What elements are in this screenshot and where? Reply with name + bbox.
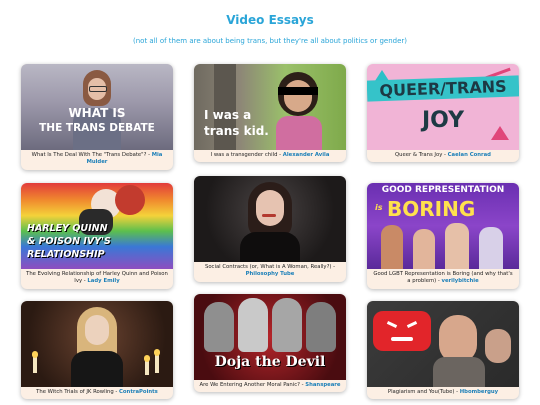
- video-caption: What Is The Deal With The "Trans Debate"…: [21, 150, 173, 170]
- video-title: Are We Entering Another Moral Panic? -: [199, 382, 306, 388]
- video-card-queer-trans-joy[interactable]: QUEER/TRANS JOY Queer & Trans Joy - Cael…: [367, 64, 519, 163]
- video-caption: The Witch Trials of JK Rowling - ContraP…: [21, 387, 173, 399]
- video-caption: The Evolving Relationship of Harley Quin…: [21, 269, 173, 289]
- video-thumbnail[interactable]: [194, 176, 346, 262]
- video-card-social-contracts[interactable]: Social Contracts (or, What is A Woman, R…: [194, 176, 346, 282]
- video-caption: Good LGBT Representation is Boring (and …: [367, 269, 519, 289]
- video-thumbnail[interactable]: I was a trans kid.: [194, 64, 346, 150]
- thumb-text-line-2: JOY: [421, 108, 465, 133]
- thumb-text-line-2: trans kid.: [204, 124, 269, 138]
- video-author[interactable]: Hbomberguy: [460, 389, 498, 395]
- video-thumbnail[interactable]: [21, 301, 173, 387]
- video-title: Queer & Trans Joy -: [395, 152, 448, 158]
- video-thumbnail[interactable]: WHAT IS THE TRANS DEBATE: [21, 64, 173, 150]
- video-card-trans-debate[interactable]: WHAT IS THE TRANS DEBATE What Is The Dea…: [21, 64, 173, 170]
- thumb-text-line-1: I was a: [204, 108, 252, 122]
- thumb-text-line-1: HARLEY QUINN: [27, 223, 108, 234]
- thumb-text-line-1: QUEER/TRANS: [367, 75, 519, 102]
- video-caption: Social Contracts (or, What is A Woman, R…: [194, 262, 346, 282]
- video-thumbnail[interactable]: HARLEY QUINN & POISON IVY'S RELATIONSHIP: [21, 183, 173, 269]
- video-card-witch-trials[interactable]: The Witch Trials of JK Rowling - ContraP…: [21, 301, 173, 400]
- video-card-trans-kid[interactable]: I was a trans kid. I was a transgender c…: [194, 64, 346, 163]
- thumb-text-line-1: Doja the Devil: [214, 354, 326, 370]
- video-title: I was a transgender child -: [210, 152, 283, 158]
- video-author[interactable]: Lady Emily: [87, 278, 119, 284]
- video-author[interactable]: ContraPoints: [119, 389, 158, 395]
- thumb-text-line-1: GOOD REPRESENTATION: [381, 185, 505, 195]
- video-title: Social Contracts (or, What is A Woman, R…: [204, 264, 336, 270]
- page-title: Video Essays: [226, 13, 314, 27]
- video-author[interactable]: Alexander Avila: [283, 152, 330, 158]
- video-thumbnail[interactable]: Doja the Devil: [194, 294, 346, 380]
- video-card-harley-quinn[interactable]: HARLEY QUINN & POISON IVY'S RELATIONSHIP…: [21, 183, 173, 289]
- video-caption: Plagiarism and You(Tube) - Hbomberguy: [367, 387, 519, 399]
- video-thumbnail[interactable]: GOOD REPRESENTATION is BORING: [367, 183, 519, 269]
- video-title: Plagiarism and You(Tube) -: [387, 389, 460, 395]
- video-card-plagiarism[interactable]: Plagiarism and You(Tube) - Hbomberguy: [367, 301, 519, 400]
- video-author[interactable]: Philosophy Tube: [246, 271, 295, 277]
- thumb-text-line-2: & POISON IVY'S: [27, 236, 111, 247]
- video-card-good-representation[interactable]: GOOD REPRESENTATION is BORING Good LGBT …: [367, 183, 519, 289]
- video-caption: I was a transgender child - Alexander Av…: [194, 150, 346, 162]
- video-author[interactable]: Caelan Conrad: [448, 152, 491, 158]
- video-caption: Queer & Trans Joy - Caelan Conrad: [367, 150, 519, 162]
- video-thumbnail[interactable]: [367, 301, 519, 387]
- thumb-text-line-1: WHAT IS: [68, 106, 126, 120]
- thumb-text-line-2: THE TRANS DEBATE: [39, 122, 155, 134]
- video-title: The Witch Trials of JK Rowling -: [36, 389, 120, 395]
- video-thumbnail[interactable]: QUEER/TRANS JOY: [367, 64, 519, 150]
- video-title: What Is The Deal With The "Trans Debate"…: [31, 152, 152, 158]
- page-subtitle: (not all of them are about being trans, …: [133, 37, 407, 45]
- video-author[interactable]: Shanspeare: [305, 382, 340, 388]
- thumb-text-line-3: RELATIONSHIP: [27, 249, 105, 260]
- thumb-text-line-2: is: [375, 203, 383, 212]
- video-author[interactable]: verilybitchie: [442, 278, 479, 284]
- thumb-text-line-3: BORING: [387, 197, 476, 221]
- video-card-moral-panic[interactable]: Doja the Devil Are We Entering Another M…: [194, 294, 346, 393]
- video-caption: Are We Entering Another Moral Panic? - S…: [194, 380, 346, 392]
